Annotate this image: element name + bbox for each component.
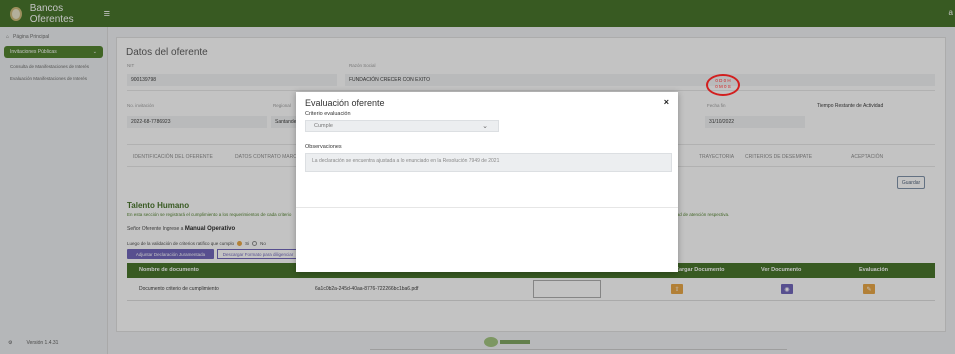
evaluation-modal: Evaluación oferente × Criterio evaluació…	[296, 92, 678, 272]
criterio-selected-value: Cumple	[314, 123, 333, 129]
chevron-down-icon: ⌄	[482, 123, 488, 130]
modal-title: Evaluación oferente	[305, 98, 385, 108]
countdown-timer: 0 D 0 H 0 M 0 S	[710, 78, 736, 90]
observaciones-label: Observaciones	[305, 144, 342, 150]
criterio-select[interactable]: Cumple ⌄	[305, 120, 499, 132]
modal-divider	[296, 207, 678, 208]
close-icon[interactable]: ×	[664, 97, 669, 107]
observaciones-textarea[interactable]: La declaración se encuentra ajustada a l…	[305, 153, 672, 172]
countdown-line-2: 0 M 0 S	[715, 84, 731, 89]
criterio-label: Criterio evaluación	[305, 111, 351, 117]
